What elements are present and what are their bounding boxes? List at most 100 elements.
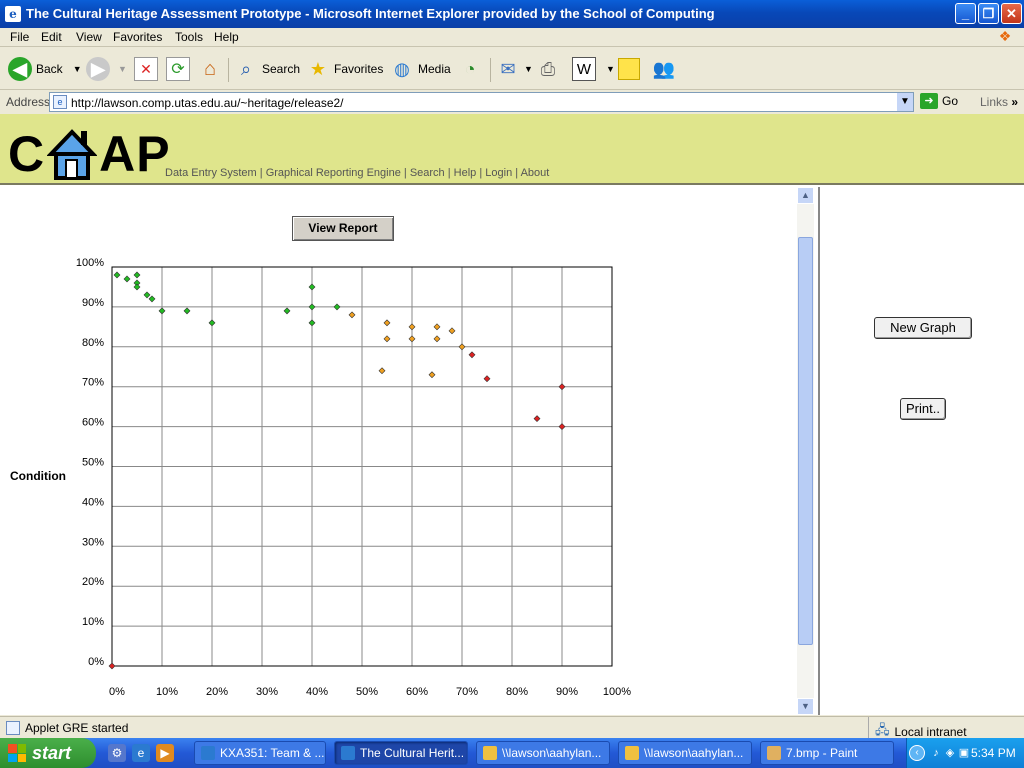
y-tick-label: 10% [82,616,104,628]
print-button[interactable]: Print.. [900,398,946,420]
address-input[interactable]: e http://lawson.comp.utas.edu.au/~herita… [49,92,914,112]
y-tick-label: 60% [82,417,104,429]
menu-favorites[interactable]: Favorites [113,30,162,44]
history-button[interactable]: ◔ [458,55,482,83]
folder-icon [625,746,639,760]
maximize-button[interactable]: ❐ [978,3,999,24]
start-label: start [32,742,72,763]
nav-login[interactable]: Login [485,167,512,179]
quicklaunch-ie-icon[interactable]: e [132,744,150,762]
quicklaunch-media-icon[interactable]: ▶ [156,744,174,762]
new-graph-button[interactable]: New Graph [874,317,972,339]
status-divider [868,717,869,739]
favorites-star-icon: ★ [309,58,327,79]
mail-button[interactable]: ✉ ▼ [496,55,533,83]
scroll-thumb[interactable] [798,237,813,645]
folder-icon [483,746,497,760]
mail-dropdown-icon: ▼ [524,64,533,74]
menu-tools[interactable]: Tools [175,30,203,44]
print-toolbar-button[interactable]: ⎙ [536,55,560,83]
quicklaunch-settings-icon[interactable]: ⚙ [108,744,126,762]
search-button[interactable]: ⌕ Search [234,55,300,83]
nav-search[interactable]: Search [410,167,445,179]
back-arrow-icon: ◀ [8,57,32,81]
back-dropdown-icon[interactable]: ▼ [73,64,82,74]
task-lawson-folder-1[interactable]: \\lawson\aahylan... [476,741,610,765]
nav-help[interactable]: Help [454,167,477,179]
scroll-down-icon[interactable]: ▼ [797,698,814,715]
nav-data-entry-system[interactable]: Data Entry System [165,167,257,179]
edit-page-icon: W [572,57,596,81]
menu-file[interactable]: File [10,30,29,44]
view-report-button[interactable]: View Report [292,216,394,241]
menu-view[interactable]: View [76,30,102,44]
stop-button[interactable]: ✕ [134,55,158,83]
status-text: Applet GRE started [25,721,129,735]
y-tick-label: 30% [82,536,104,548]
y-tick-label: 0% [88,656,104,668]
x-tick-label: 0% [109,686,125,698]
favorites-button[interactable]: ★ Favorites [306,55,383,83]
logo-letter-c: C [8,126,46,182]
y-tick-label: 40% [82,496,104,508]
forward-arrow-icon: ▶ [86,57,110,81]
tray-volume-icon[interactable]: ♪ [929,746,943,760]
title-bar[interactable]: e The Cultural Heritage Assessment Proto… [0,0,1024,28]
refresh-button[interactable]: ⟳ [166,55,190,83]
nav-separator: | [512,167,521,179]
home-icon: ⌂ [203,57,217,80]
x-tick-label: 90% [556,686,578,698]
scroll-up-icon[interactable]: ▲ [797,187,814,204]
taskbar: start ⚙ e ▶ KXA351: Team & ... The Cultu… [0,738,1024,768]
home-button[interactable]: ⌂ [198,55,222,83]
window-title: The Cultural Heritage Assessment Prototy… [26,6,715,21]
edit-button[interactable]: W ▼ [572,55,615,83]
edit-dropdown-icon: ▼ [606,64,615,74]
controls-frame: New Graph Print.. [818,187,1024,715]
chap-logo[interactable]: C AP [8,128,171,180]
toolbar-separator [228,58,229,82]
x-tick-label: 70% [456,686,478,698]
nav-about[interactable]: About [521,167,550,179]
nav-graphical-reporting-engine[interactable]: Graphical Reporting Engine [266,167,401,179]
close-button[interactable]: ✕ [1001,3,1022,24]
media-button[interactable]: ◍ Media [390,55,451,83]
y-tick-label: 20% [82,576,104,588]
tray-shield-icon[interactable]: ◈ [943,746,957,760]
history-icon: ◔ [464,58,476,79]
task-kxa351[interactable]: KXA351: Team & ... [194,741,326,765]
menu-edit[interactable]: Edit [41,30,62,44]
x-tick-label: 100% [603,686,631,698]
site-banner: C AP Data Entry System | Graphical Repor… [0,114,1024,185]
menu-help[interactable]: Help [214,30,239,44]
logo-letters-ap: AP [99,126,171,182]
mail-icon: ✉ [500,58,516,79]
start-button[interactable]: start [0,738,96,768]
discuss-button[interactable] [618,55,640,83]
address-dropdown-icon[interactable]: ▼ [897,93,913,111]
back-button[interactable]: ◀ Back ▼ [8,55,82,83]
y-tick-label: 70% [82,377,104,389]
task-cultural-heritage[interactable]: The Cultural Herit... [334,741,468,765]
tray-network-icon[interactable]: ▣ [957,746,971,760]
links-toolbar[interactable]: Links » [980,95,1018,109]
ie-task-icon [341,746,355,760]
task-label: KXA351: Team & ... [220,746,325,760]
media-globe-icon: ◍ [394,58,410,79]
go-label: Go [942,94,959,108]
minimize-button[interactable]: _ [955,3,976,24]
ie-icon: e [5,6,21,22]
x-tick-label: 30% [256,686,278,698]
tray-expand-icon[interactable]: ‹ [909,745,925,761]
task-lawson-folder-2[interactable]: \\lawson\aahylan... [618,741,752,765]
x-tick-label: 50% [356,686,378,698]
address-url[interactable]: http://lawson.comp.utas.edu.au/~heritage… [71,96,344,110]
paint-icon [767,746,781,760]
forward-button[interactable]: ▶ ▼ [86,55,127,83]
messenger-button[interactable]: 👥 [652,55,676,83]
y-axis-label: Condition [10,469,66,483]
go-button[interactable]: ➜ Go [920,93,958,109]
task-paint[interactable]: 7.bmp - Paint [760,741,894,765]
favorites-label: Favorites [334,62,384,76]
vertical-scrollbar[interactable]: ▲ ▼ [797,187,814,715]
